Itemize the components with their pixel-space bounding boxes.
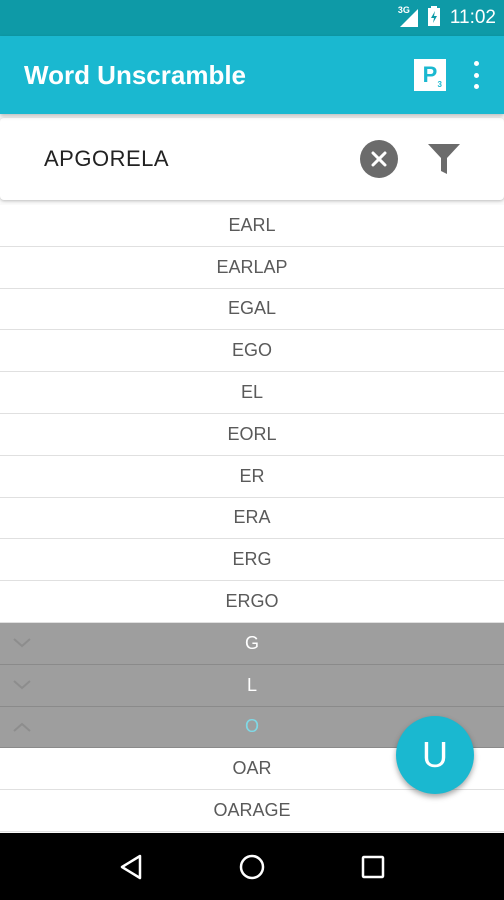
search-input[interactable]: APGORELA bbox=[44, 146, 360, 172]
signal-icon: 3G bbox=[398, 5, 418, 27]
filter-icon[interactable] bbox=[428, 144, 460, 174]
section-label: G bbox=[244, 632, 259, 653]
overflow-menu-icon[interactable] bbox=[472, 61, 480, 89]
app-title: Word Unscramble bbox=[24, 59, 247, 90]
word-row[interactable]: EORL bbox=[0, 413, 504, 456]
status-bar: 3G 11:02 bbox=[0, 0, 504, 36]
section-header[interactable]: L bbox=[0, 664, 504, 707]
word-row[interactable]: EGO bbox=[0, 330, 504, 373]
points-subscript: 3 bbox=[437, 80, 442, 89]
clear-icon[interactable] bbox=[360, 140, 398, 178]
word-row[interactable]: EARL bbox=[0, 205, 504, 247]
section-label: O bbox=[244, 716, 259, 737]
points-icon[interactable]: P 3 bbox=[414, 59, 446, 91]
word-text: OARAGE bbox=[213, 800, 291, 821]
chevron-down-icon bbox=[13, 638, 31, 648]
network-type: 3G bbox=[397, 5, 410, 15]
app-bar: Word Unscramble P 3 bbox=[0, 36, 504, 114]
word-text: ER bbox=[239, 465, 265, 486]
word-text: EL bbox=[240, 382, 264, 403]
word-row[interactable]: ERGO bbox=[0, 581, 504, 623]
word-row[interactable]: ERA bbox=[0, 497, 504, 540]
word-text: ERG bbox=[232, 549, 272, 570]
word-row[interactable]: ERG bbox=[0, 539, 504, 582]
word-text: EARLAP bbox=[216, 256, 288, 277]
section-label: L bbox=[246, 674, 257, 695]
word-row[interactable]: EARLAP bbox=[0, 246, 504, 289]
unscramble-button[interactable]: U bbox=[396, 716, 474, 794]
battery-icon bbox=[427, 5, 440, 31]
home-icon[interactable] bbox=[232, 847, 272, 887]
chevron-up-icon bbox=[13, 722, 31, 732]
word-text: EGO bbox=[231, 340, 272, 361]
search-card: APGORELA bbox=[0, 118, 504, 200]
back-icon[interactable] bbox=[111, 847, 151, 887]
clock: 11:02 bbox=[449, 7, 496, 28]
word-text: EGAL bbox=[227, 298, 277, 319]
word-row[interactable]: EGAL bbox=[0, 288, 504, 331]
word-row[interactable]: OARAGE bbox=[0, 790, 504, 832]
word-text: EARL bbox=[228, 214, 276, 235]
word-text: ERGO bbox=[225, 591, 279, 612]
recent-apps-icon[interactable] bbox=[353, 847, 393, 887]
word-text: ERA bbox=[233, 507, 271, 528]
word-row[interactable]: ER bbox=[0, 455, 504, 498]
word-text: OAR bbox=[232, 758, 272, 779]
chevron-down-icon bbox=[13, 680, 31, 690]
navigation-bar bbox=[0, 833, 504, 900]
section-header[interactable]: G bbox=[0, 622, 504, 665]
word-text: EORL bbox=[227, 423, 277, 444]
word-row[interactable]: EL bbox=[0, 372, 504, 414]
points-letter: P bbox=[422, 62, 438, 87]
